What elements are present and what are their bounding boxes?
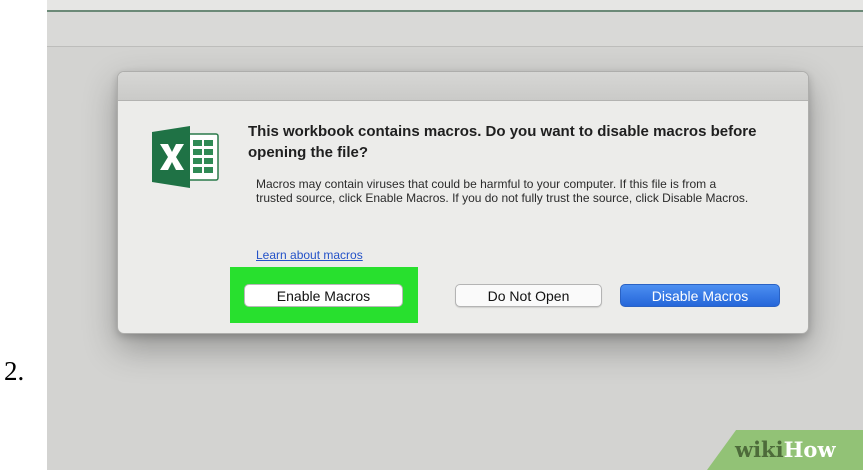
disable-macros-button[interactable]: Disable Macros [620, 284, 780, 307]
macro-security-dialog: This workbook contains macros. Do you wa… [117, 71, 809, 334]
toolbar-band [47, 12, 863, 47]
dialog-body-text: Macros may contain viruses that could be… [256, 177, 749, 205]
app-window: This workbook contains macros. Do you wa… [47, 0, 863, 470]
watermark-part2: How [783, 437, 836, 462]
step-number: 2. [4, 356, 25, 386]
enable-macros-button[interactable]: Enable Macros [244, 284, 403, 307]
watermark-part1: wiki [735, 437, 784, 462]
dialog-headline: This workbook contains macros. Do you wa… [248, 123, 757, 161]
wikihow-watermark: wikiHow [735, 437, 836, 462]
window-top-bar [47, 0, 863, 12]
excel-icon [152, 126, 219, 188]
dialog-title-bar [118, 72, 808, 101]
do-not-open-button[interactable]: Do Not Open [455, 284, 602, 307]
learn-about-macros-link[interactable]: Learn about macros [256, 248, 363, 262]
